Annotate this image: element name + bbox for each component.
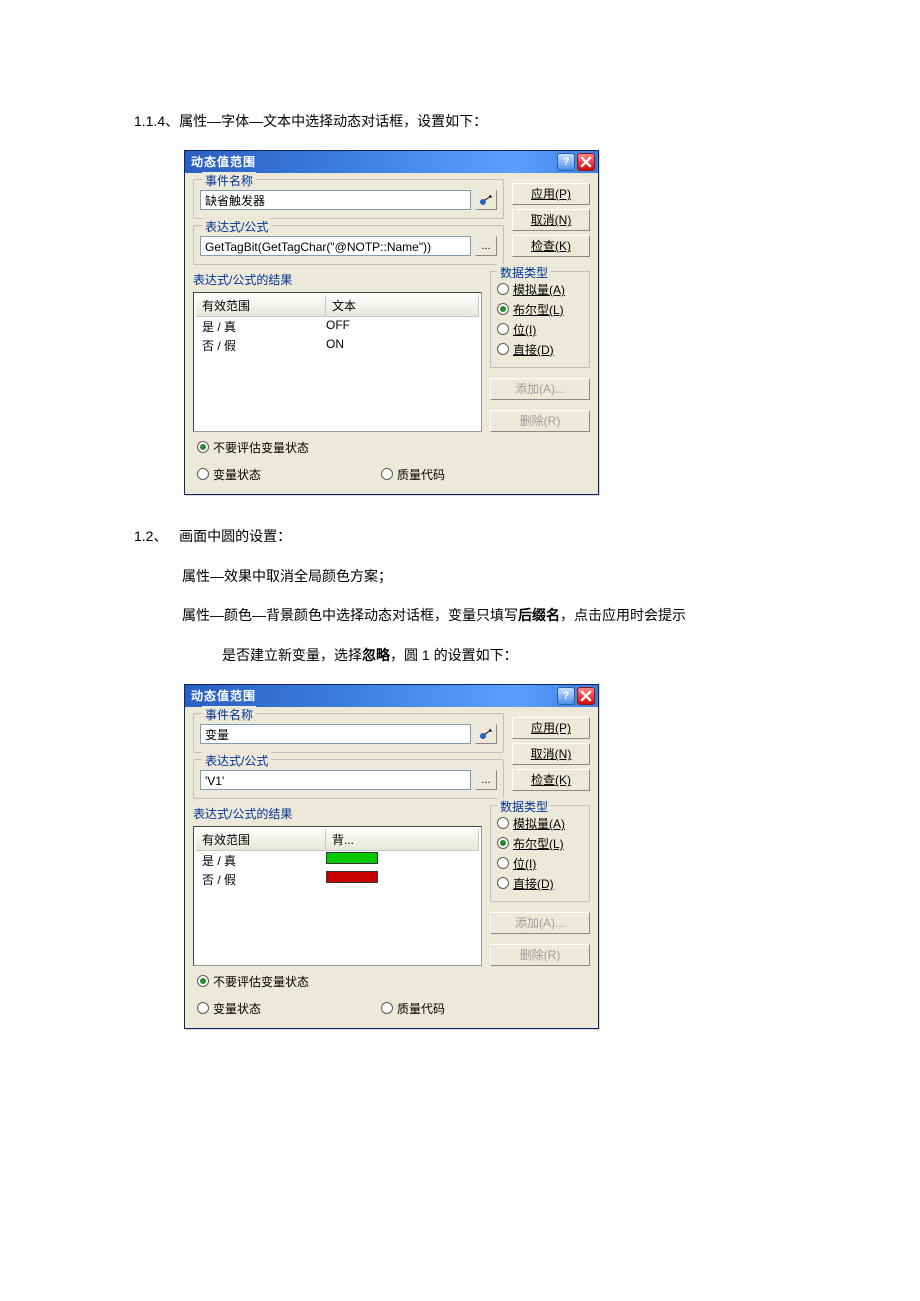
color-swatch-green [326, 852, 378, 864]
list-row[interactable]: 是 / 真 [196, 851, 479, 870]
dialog-2-container: 动态值范围 ? 事件名称 变量 [184, 684, 800, 1029]
radio-direct[interactable]: 直接(D) [497, 341, 583, 358]
check-button[interactable]: 检查(K) [512, 769, 590, 791]
dialog-title: 动态值范围 [191, 153, 555, 170]
dialog-dynamic-range: 动态值范围 ? 事件名称 变量 [184, 684, 599, 1029]
event-name-group: 事件名称 变量 [193, 713, 504, 753]
radio-varstate[interactable]: 变量状态 [197, 466, 261, 483]
paragraph-2: 1.2、 画面中圆的设置： [134, 525, 800, 549]
close-button[interactable] [577, 687, 595, 705]
close-icon [580, 690, 592, 702]
cell-value: OFF [326, 318, 479, 335]
radio-noeval[interactable]: 不要评估变量状态 [197, 973, 309, 990]
result-listbox[interactable]: 有效范围 背... 是 / 真 否 / 假 [193, 826, 482, 966]
radio-direct[interactable]: 直接(D) [497, 875, 583, 892]
radio-quality[interactable]: 质量代码 [381, 1000, 445, 1017]
event-name-input[interactable]: 变量 [200, 724, 471, 744]
close-button[interactable] [577, 153, 595, 171]
expression-input[interactable]: 'V1' [200, 770, 471, 790]
cell-color [326, 871, 479, 888]
result-listbox[interactable]: 有效范围 文本 是 / 真 OFF 否 / 假 ON [193, 292, 482, 432]
paragraph-3: 属性—效果中取消全局颜色方案； [134, 565, 800, 589]
list-row[interactable]: 是 / 真 OFF [196, 317, 479, 336]
list-row[interactable]: 否 / 假 [196, 870, 479, 889]
event-name-label: 事件名称 [202, 172, 256, 189]
col-bg[interactable]: 背... [326, 829, 479, 850]
datatype-label: 数据类型 [497, 798, 551, 815]
event-name-group: 事件名称 缺省触发器 [193, 179, 504, 219]
cell-value: ON [326, 337, 479, 354]
cancel-button[interactable]: 取消(N) [512, 209, 590, 231]
expression-group: 表达式/公式 GetTagBit(GetTagChar("@NOTP::Name… [193, 225, 504, 265]
expression-browse-button[interactable]: ... [475, 770, 497, 790]
radio-analog[interactable]: 模拟量(A) [497, 815, 583, 832]
help-button[interactable]: ? [557, 687, 575, 705]
event-trigger-icon-button[interactable] [475, 190, 497, 210]
titlebar: 动态值范围 ? [185, 685, 598, 707]
eval-radio-group: 不要评估变量状态 [193, 966, 590, 997]
radio-quality[interactable]: 质量代码 [381, 466, 445, 483]
add-button: 添加(A)... [490, 912, 590, 934]
list-header: 有效范围 文本 [196, 295, 479, 317]
paragraph-4: 属性—颜色—背景颜色中选择动态对话框，变量只填写后缀名，点击应用时会提示 [134, 604, 800, 628]
check-button[interactable]: 检查(K) [512, 235, 590, 257]
dialog-title: 动态值范围 [191, 687, 555, 704]
apply-button[interactable]: 应用(P) [512, 717, 590, 739]
trigger-icon [479, 194, 493, 206]
close-icon [580, 156, 592, 168]
expression-input[interactable]: GetTagBit(GetTagChar("@NOTP::Name")) [200, 236, 471, 256]
dialog-dynamic-range: 动态值范围 ? 事件名称 缺省触发器 [184, 150, 599, 495]
event-name-label: 事件名称 [202, 706, 256, 723]
result-label: 表达式/公式的结果 [193, 805, 482, 822]
radio-bool[interactable]: 布尔型(L) [497, 301, 583, 318]
cell-color [326, 852, 479, 869]
datatype-group: 数据类型 模拟量(A) 布尔型(L) 位(I) 直接(D) [490, 271, 590, 368]
datatype-label: 数据类型 [497, 264, 551, 281]
radio-bit[interactable]: 位(I) [497, 321, 583, 338]
titlebar: 动态值范围 ? [185, 151, 598, 173]
col-text[interactable]: 文本 [326, 295, 479, 316]
expression-label: 表达式/公式 [202, 218, 271, 235]
trigger-icon [479, 728, 493, 740]
paragraph-1: 1.1.4、属性—字体—文本中选择动态对话框，设置如下： [134, 110, 800, 134]
radio-varstate[interactable]: 变量状态 [197, 1000, 261, 1017]
event-name-input[interactable]: 缺省触发器 [200, 190, 471, 210]
col-range[interactable]: 有效范围 [196, 295, 326, 316]
result-label: 表达式/公式的结果 [193, 271, 482, 288]
cell-range: 是 / 真 [196, 318, 326, 335]
datatype-group: 数据类型 模拟量(A) 布尔型(L) 位(I) 直接(D) [490, 805, 590, 902]
expression-browse-button[interactable]: ... [475, 236, 497, 256]
remove-button: 删除(R) [490, 410, 590, 432]
radio-bool[interactable]: 布尔型(L) [497, 835, 583, 852]
radio-noeval[interactable]: 不要评估变量状态 [197, 439, 309, 456]
expression-group: 表达式/公式 'V1' ... [193, 759, 504, 799]
add-button: 添加(A)... [490, 378, 590, 400]
list-row[interactable]: 否 / 假 ON [196, 336, 479, 355]
remove-button: 删除(R) [490, 944, 590, 966]
radio-bit[interactable]: 位(I) [497, 855, 583, 872]
apply-button[interactable]: 应用(P) [512, 183, 590, 205]
color-swatch-red [326, 871, 378, 883]
eval-radio-group: 不要评估变量状态 [193, 432, 590, 463]
dialog-1-container: 动态值范围 ? 事件名称 缺省触发器 [184, 150, 800, 495]
list-header: 有效范围 背... [196, 829, 479, 851]
expression-label: 表达式/公式 [202, 752, 271, 769]
cell-range: 否 / 假 [196, 337, 326, 354]
cancel-button[interactable]: 取消(N) [512, 743, 590, 765]
cell-range: 是 / 真 [196, 852, 326, 869]
cell-range: 否 / 假 [196, 871, 326, 888]
paragraph-5: 是否建立新变量，选择忽略，圆 1 的设置如下： [134, 644, 800, 668]
col-range[interactable]: 有效范围 [196, 829, 326, 850]
radio-analog[interactable]: 模拟量(A) [497, 281, 583, 298]
event-trigger-icon-button[interactable] [475, 724, 497, 744]
help-button[interactable]: ? [557, 153, 575, 171]
